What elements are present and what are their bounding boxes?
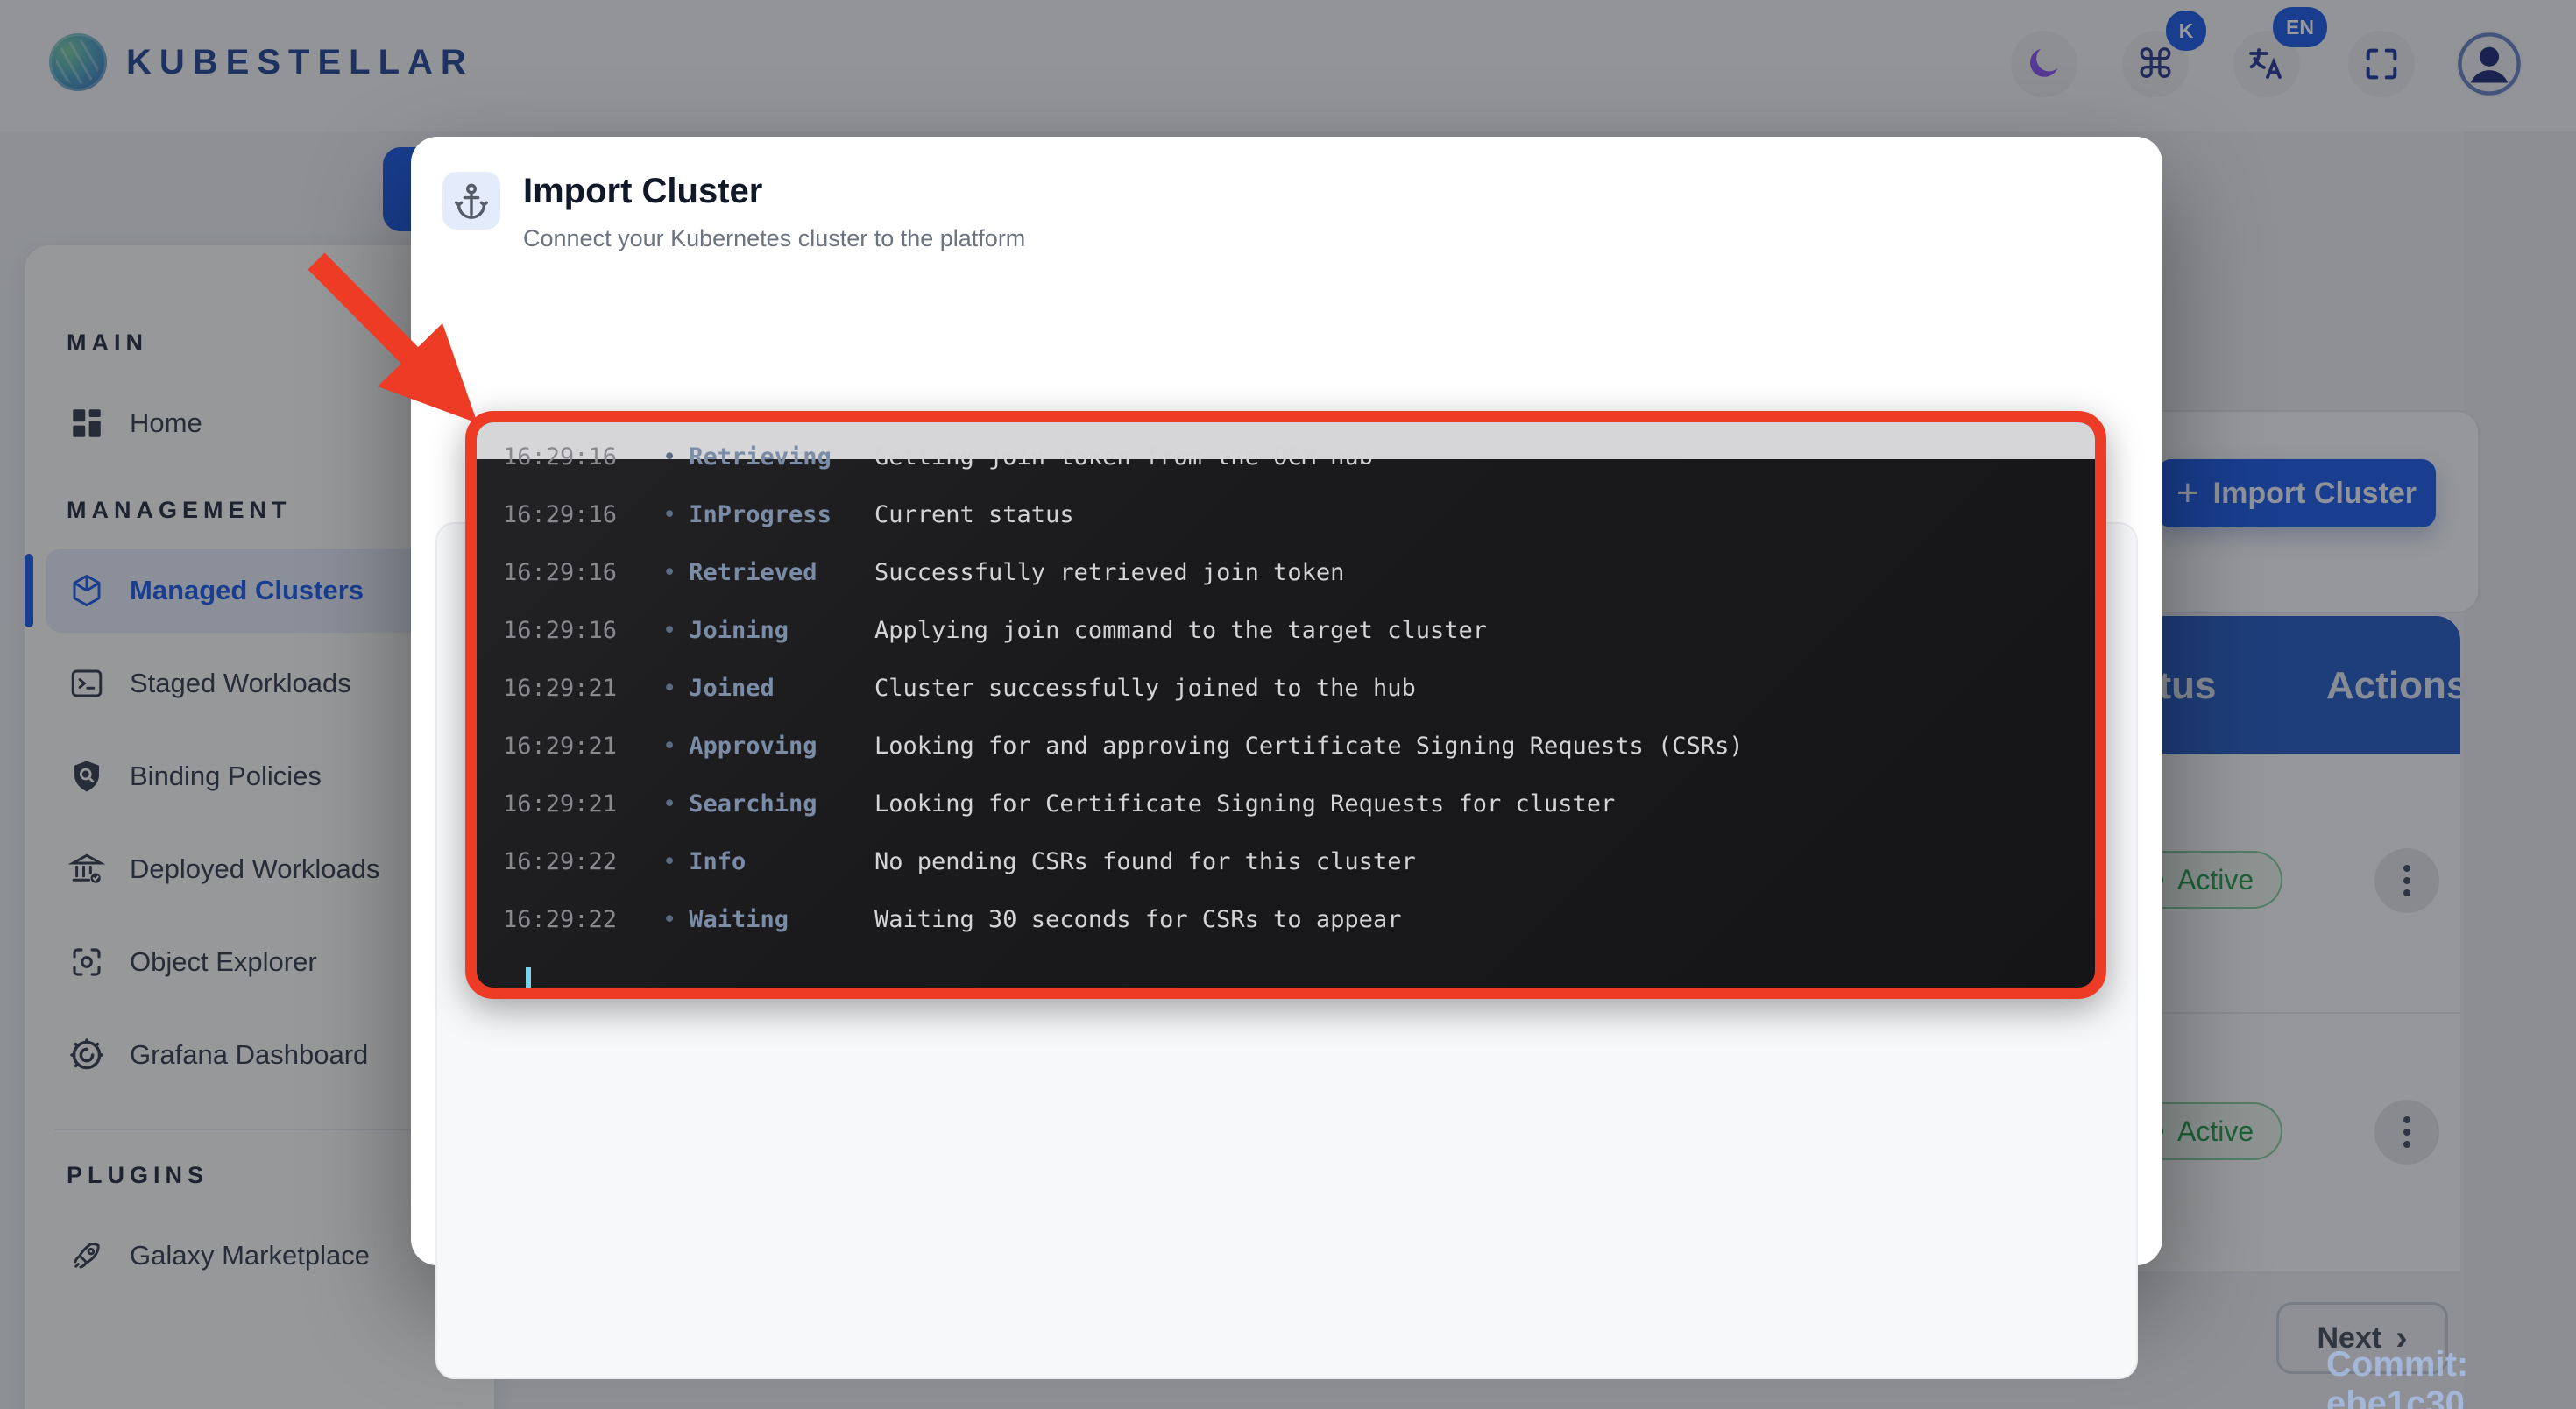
log-timestamp: 16:29:16 xyxy=(503,501,662,528)
log-message: No pending CSRs found for this cluster xyxy=(874,848,1416,875)
commit-watermark: Commit: ebe1c30 xyxy=(2326,1345,2576,1409)
bullet-icon: • xyxy=(662,501,676,528)
terminal-log-list: 16:29:16 •Retrieving Getting join token … xyxy=(477,422,2095,948)
modal-subtitle: Connect your Kubernetes cluster to the p… xyxy=(523,225,1025,252)
bullet-icon: • xyxy=(662,617,676,644)
terminal-log-row: 16:29:16 •Joining Applying join command … xyxy=(503,601,2095,659)
log-message: Cluster successfully joined to the hub xyxy=(874,675,1416,702)
bullet-icon: • xyxy=(662,906,676,933)
log-status: •InProgress xyxy=(662,501,874,528)
log-timestamp: 16:29:16 xyxy=(503,443,662,471)
bullet-icon: • xyxy=(662,675,676,702)
log-status: •Retrieved xyxy=(662,559,874,586)
log-message: Successfully retrieved join token xyxy=(874,559,1344,586)
log-message: Waiting 30 seconds for CSRs to appear xyxy=(874,906,1401,933)
terminal-log-row: 16:29:16 •InProgress Current status xyxy=(503,485,2095,543)
log-status: •Waiting xyxy=(662,906,874,933)
log-timestamp: 16:29:22 xyxy=(503,848,662,875)
log-message: Looking for Certificate Signing Requests… xyxy=(874,790,1615,818)
log-message: Applying join command to the target clus… xyxy=(874,617,1487,644)
log-message: Current status xyxy=(874,501,1074,528)
log-status: •Retrieving xyxy=(662,443,874,471)
bullet-icon: • xyxy=(662,733,676,760)
log-status: •Joining xyxy=(662,617,874,644)
app-screen: KUBESTELLAR ⌘ K EN MAIN xyxy=(0,0,2576,1409)
terminal-log-row: 16:29:16 •Retrieved Successfully retriev… xyxy=(503,543,2095,601)
terminal-log-row: 16:29:22 •Info No pending CSRs found for… xyxy=(503,832,2095,890)
log-timestamp: 16:29:21 xyxy=(503,733,662,760)
import-log-terminal[interactable]: 16:29:16 •Retrieving Getting join token … xyxy=(465,411,2106,999)
terminal-log-row: 16:29:21 •Approving Looking for and appr… xyxy=(503,717,2095,775)
log-status: •Searching xyxy=(662,790,874,818)
log-timestamp: 16:29:21 xyxy=(503,675,662,702)
terminal-log-row: 16:29:21 •Joined Cluster successfully jo… xyxy=(503,659,2095,717)
log-message: Getting join token from the OCM hub xyxy=(874,443,1373,471)
log-status: •Joined xyxy=(662,675,874,702)
bullet-icon: • xyxy=(662,848,676,875)
bullet-icon: • xyxy=(662,790,676,818)
modal-title: Import Cluster xyxy=(523,172,1025,211)
terminal-log-row: 16:29:21 •Searching Looking for Certific… xyxy=(503,775,2095,832)
log-status: •Approving xyxy=(662,733,874,760)
anchor-icon xyxy=(451,181,492,221)
log-status: •Info xyxy=(662,848,874,875)
log-timestamp: 16:29:22 xyxy=(503,906,662,933)
log-timestamp: 16:29:21 xyxy=(503,790,662,818)
terminal-log-row: 16:29:16 •Retrieving Getting join token … xyxy=(503,428,2095,485)
log-timestamp: 16:29:16 xyxy=(503,617,662,644)
terminal-log-row: 16:29:22 •Waiting Waiting 30 seconds for… xyxy=(503,890,2095,948)
log-timestamp: 16:29:16 xyxy=(503,559,662,586)
anchor-chip xyxy=(442,172,500,230)
modal-header: Import Cluster Connect your Kubernetes c… xyxy=(442,172,1025,252)
terminal-cursor xyxy=(526,967,531,999)
bullet-icon: • xyxy=(662,559,676,586)
log-message: Looking for and approving Certificate Si… xyxy=(874,733,1744,760)
bullet-icon: • xyxy=(662,443,676,471)
